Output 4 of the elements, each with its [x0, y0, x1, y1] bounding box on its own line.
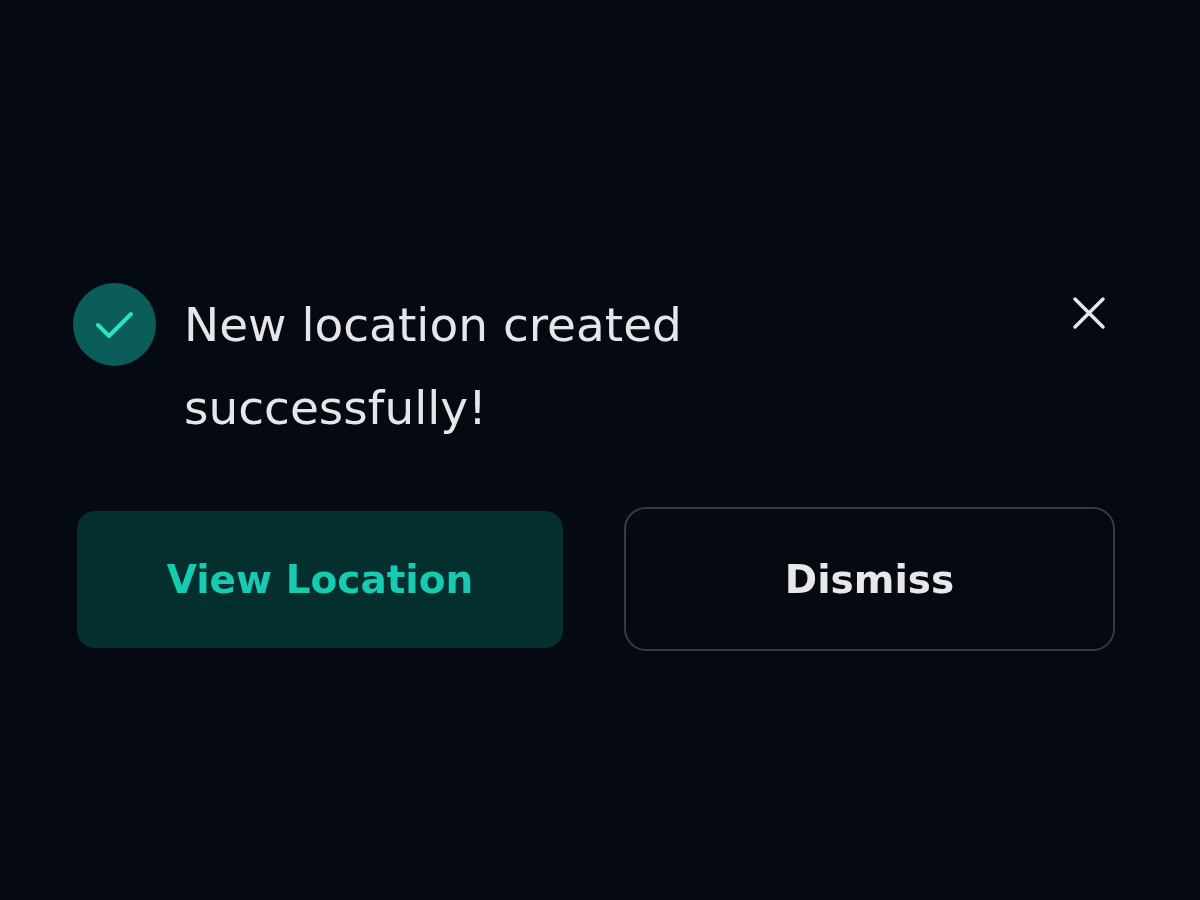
toast-message: New location created successfully! — [184, 296, 683, 437]
close-icon[interactable] — [1072, 296, 1106, 330]
view-location-button[interactable]: View Location — [77, 510, 563, 648]
dismiss-button[interactable]: Dismiss — [624, 507, 1115, 651]
